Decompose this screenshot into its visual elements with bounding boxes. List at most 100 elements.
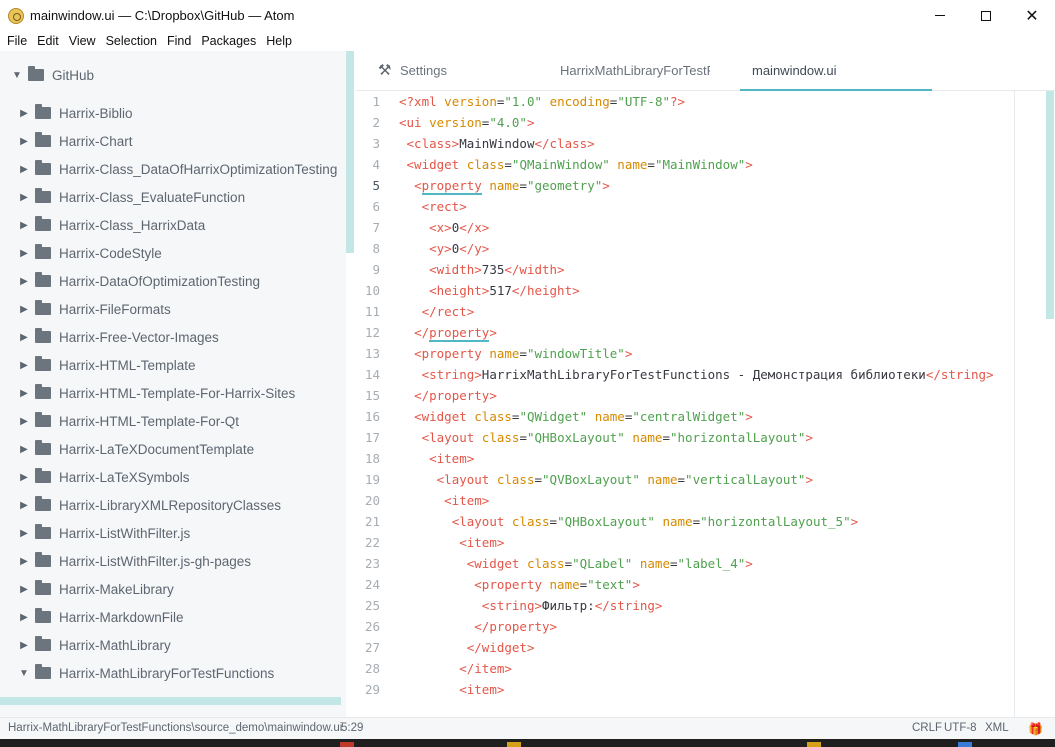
menu-view[interactable]: View: [64, 31, 101, 51]
tree-item[interactable]: ▶ Harrix-LibraryXMLRepositoryClasses: [17, 495, 281, 515]
tree-item[interactable]: ▶ Harrix-ListWithFilter.js: [17, 523, 190, 543]
tree-item[interactable]: ▼ Harrix-MathLibraryForTestFunctions: [17, 663, 274, 683]
code-line[interactable]: <height>517</height>: [399, 280, 580, 301]
code-line[interactable]: <property name="text">: [399, 574, 640, 595]
code-line[interactable]: </property>: [399, 385, 497, 406]
code-line[interactable]: <widget class="QWidget" name="centralWid…: [399, 406, 753, 427]
tab-mainwindow-ui[interactable]: mainwindow.ui: [740, 51, 932, 91]
code-line[interactable]: <?xml version="1.0" encoding="UTF-8"?>: [399, 91, 685, 112]
code-line[interactable]: <item>: [399, 679, 504, 700]
taskbar-app-icon[interactable]: [507, 742, 521, 747]
tree-item[interactable]: ▶ Harrix-FileFormats: [17, 299, 171, 319]
maximize-button[interactable]: [963, 0, 1009, 31]
code-token: <item>: [459, 682, 505, 697]
window-title: mainwindow.ui — C:\Dropbox\GitHub — Atom: [30, 8, 295, 23]
tree-item[interactable]: ▶ Harrix-Class_HarrixData: [17, 215, 205, 235]
code-token: "QHBoxLayout": [526, 430, 625, 445]
code-line[interactable]: <class>MainWindow</class>: [399, 133, 595, 154]
status-encoding[interactable]: UTF-8: [944, 722, 977, 734]
code-line[interactable]: <y>0</y>: [399, 238, 489, 259]
tree-item[interactable]: ▶ Harrix-Free-Vector-Images: [17, 327, 219, 347]
status-file-path[interactable]: Harrix-MathLibraryForTestFunctions\sourc…: [8, 722, 342, 734]
code-token: name: [489, 346, 520, 361]
code-line[interactable]: <string>HarrixMathLibraryForTestFunction…: [399, 364, 994, 385]
menu-help[interactable]: Help: [261, 31, 297, 51]
tree-item[interactable]: ▶ Harrix-Class_EvaluateFunction: [17, 187, 245, 207]
tree-item[interactable]: ▶ Harrix-Chart: [17, 131, 133, 151]
taskbar-app-icon[interactable]: [340, 742, 354, 747]
menu-selection[interactable]: Selection: [101, 31, 162, 51]
code-line[interactable]: <item>: [399, 532, 504, 553]
code-line[interactable]: <layout class="QHBoxLayout" name="horizo…: [399, 427, 813, 448]
taskbar-app-icon[interactable]: [807, 742, 821, 747]
menu-edit[interactable]: Edit: [32, 31, 64, 51]
tree-item[interactable]: ▶ Harrix-LaTeXDocumentTemplate: [17, 439, 254, 459]
code-token: </string>: [594, 598, 663, 613]
tree-item[interactable]: ▶ Harrix-LaTeXSymbols: [17, 467, 190, 487]
tree-item-label: Harrix-MarkdownFile: [59, 609, 184, 625]
status-line-ending[interactable]: CRLF: [912, 722, 942, 734]
tree-item[interactable]: ▶ Harrix-HTML-Template-For-Harrix-Sites: [17, 383, 295, 403]
chevron-right-icon: ▶: [20, 163, 28, 175]
tree-item[interactable]: ▶ Harrix-CodeStyle: [17, 243, 162, 263]
menu-find[interactable]: Find: [162, 31, 196, 51]
tree-item[interactable]: ▶ Harrix-MathLibrary: [17, 635, 171, 655]
code-token: </x>: [459, 220, 490, 235]
editor-vertical-scrollbar[interactable]: [1046, 91, 1054, 319]
code-line[interactable]: <rect>: [399, 196, 467, 217]
taskbar-app-icon[interactable]: [958, 742, 972, 747]
tree-item[interactable]: ▶ Harrix-MarkdownFile: [17, 607, 184, 627]
tree-item[interactable]: ▶ Harrix-HTML-Template: [17, 355, 196, 375]
tree-horizontal-scrollbar[interactable]: [0, 697, 341, 705]
tab-harrix-math-library[interactable]: HarrixMathLibraryForTestF: [560, 51, 710, 91]
tree-item[interactable]: ▶ Harrix-DataOfOptimizationTesting: [17, 271, 260, 291]
code-line[interactable]: </property>: [399, 616, 557, 637]
chevron-right-icon: ▶: [20, 583, 28, 595]
tree-item[interactable]: ▶ Harrix-Class_DataOfHarrixOptimizationTe…: [17, 159, 337, 179]
code-editor[interactable]: 1 2 3 4 5 6 7 8 9 10 11 12 13 14 15 16 17 18 19 20 21 22 23 24 2…: [356, 91, 1055, 717]
tree-vertical-scrollbar[interactable]: [346, 51, 354, 253]
tree-item[interactable]: ▶ Harrix-Biblio: [17, 103, 133, 123]
code-line[interactable]: <item>: [399, 490, 489, 511]
folder-icon: [35, 356, 51, 371]
code-token: "QLabel": [572, 556, 633, 571]
code-line[interactable]: <property name="windowTitle">: [399, 343, 632, 364]
code-line[interactable]: <x>0</x>: [399, 217, 489, 238]
menu-packages[interactable]: Packages: [196, 31, 261, 51]
code-line[interactable]: </widget>: [399, 637, 535, 658]
tree-item[interactable]: ▶ Harrix-MakeLibrary: [17, 579, 174, 599]
code-line[interactable]: <string>Фильтр:</string>: [399, 595, 663, 616]
tab-settings[interactable]: ⚒ Settings: [366, 51, 536, 91]
status-bar: Harrix-MathLibraryForTestFunctions\sourc…: [0, 717, 1055, 739]
code-line[interactable]: <layout class="QVBoxLayout" name="vertic…: [399, 469, 813, 490]
chevron-right-icon: ▶: [20, 331, 28, 343]
status-grammar[interactable]: XML: [985, 722, 1009, 734]
code-token: name: [647, 472, 678, 487]
status-cursor-position[interactable]: 5:29: [341, 722, 363, 734]
close-button[interactable]: ✕: [1009, 0, 1055, 31]
code-line[interactable]: </property>: [399, 322, 497, 343]
code-line[interactable]: </rect>: [399, 301, 475, 322]
code-line[interactable]: </item>: [399, 658, 512, 679]
code-area[interactable]: <?xml version="1.0" encoding="UTF-8"?> <u…: [356, 91, 1055, 717]
code-token: name: [639, 556, 670, 571]
minimize-button[interactable]: [917, 0, 963, 31]
gift-icon[interactable]: 🎁: [1028, 722, 1043, 736]
code-line[interactable]: <width>735</width>: [399, 259, 564, 280]
code-line[interactable]: <ui version="4.0">: [399, 112, 535, 133]
tree-item[interactable]: ▶ Harrix-ListWithFilter.js-gh-pages: [17, 551, 251, 571]
menu-file[interactable]: File: [2, 31, 32, 51]
code-line[interactable]: <layout class="QHBoxLayout" name="horizo…: [399, 511, 858, 532]
tree-item[interactable]: ▶ Harrix-HTML-Template-For-Qt: [17, 411, 239, 431]
code-line[interactable]: <property name="geometry">: [399, 175, 610, 196]
code-line[interactable]: <widget class="QMainWindow" name="MainWi…: [399, 154, 753, 175]
code-token: "windowTitle": [526, 346, 625, 361]
tree-root-github[interactable]: ▼ GitHub: [10, 65, 94, 85]
code-line[interactable]: <item>: [399, 448, 474, 469]
code-line[interactable]: <widget class="QLabel" name="label_4">: [399, 553, 753, 574]
